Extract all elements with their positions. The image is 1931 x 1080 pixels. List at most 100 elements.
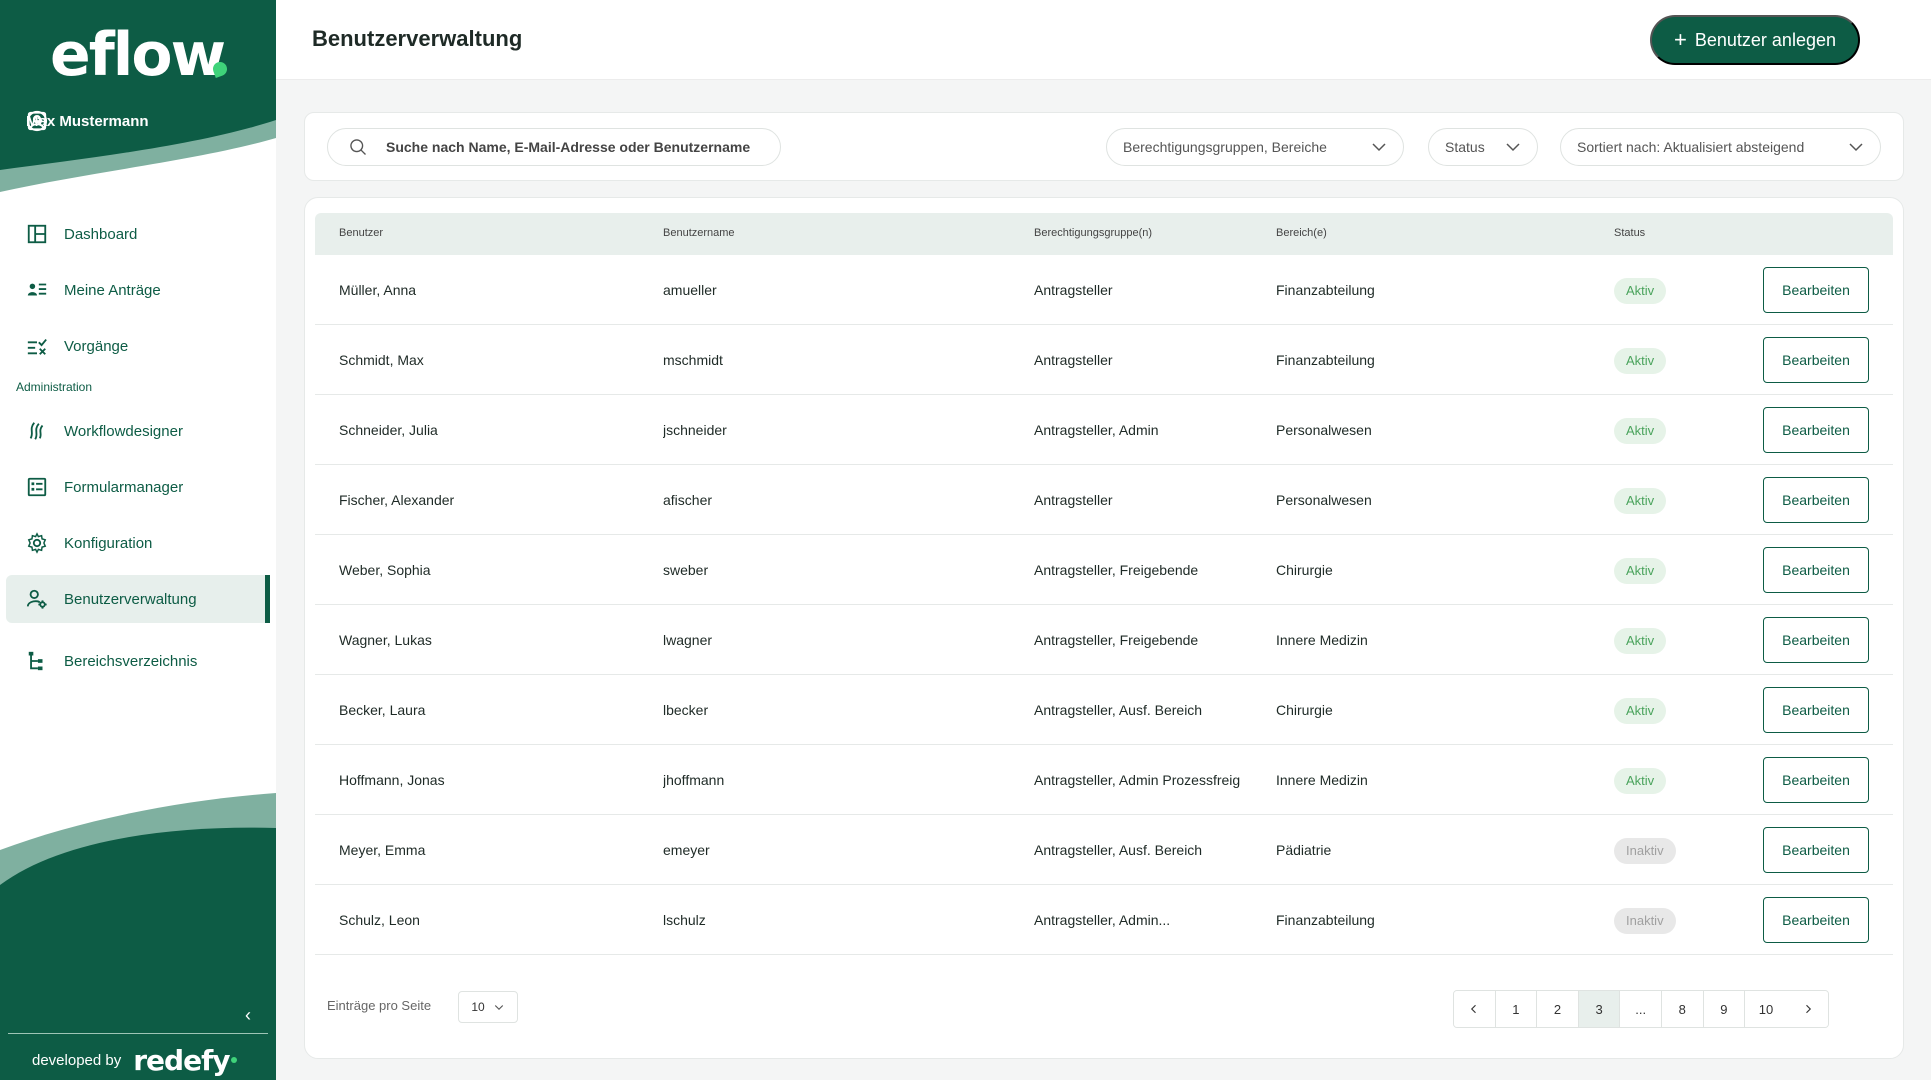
cell-username: emeyer xyxy=(663,842,710,858)
table-row: Hoffmann, Jonas jhoffmann Antragsteller, A… xyxy=(315,745,1893,815)
sort-dropdown[interactable]: Sortiert nach: Aktualisiert absteigend xyxy=(1560,128,1881,166)
column-header-benutzername[interactable]: Benutzername xyxy=(663,227,735,239)
redefy-dot xyxy=(230,1057,237,1063)
column-header-status[interactable]: Status xyxy=(1614,227,1645,239)
cell-area: Innere Medizin xyxy=(1276,632,1368,648)
cell-area: Pädiatrie xyxy=(1276,842,1332,858)
sidebar-item-label: Workflowdesigner xyxy=(64,422,183,440)
add-user-button[interactable]: + Benutzer anlegen xyxy=(1650,15,1860,65)
edit-button[interactable]: Bearbeiten xyxy=(1763,267,1869,313)
status-badge: Aktiv xyxy=(1614,628,1667,654)
cell-user: Müller, Anna xyxy=(339,282,417,298)
page-title: Benutzerverwaltung xyxy=(312,26,523,51)
edit-button[interactable]: Bearbeiten xyxy=(1763,897,1869,943)
search-box[interactable] xyxy=(327,128,781,166)
cell-username: lwagner xyxy=(663,632,713,648)
chevron-right-icon xyxy=(1805,1004,1811,1014)
sidebar-item-vorgaenge[interactable]: Vorgänge xyxy=(6,322,270,370)
sidebar-item-formularmanager[interactable]: Formularmanager xyxy=(6,463,270,511)
cell-groups: Antragsteller, Ausf. Bereich xyxy=(1034,702,1203,718)
chevron-down-icon xyxy=(1849,143,1863,152)
cell-user: Wagner, Lukas xyxy=(339,632,432,648)
search-icon xyxy=(350,139,366,155)
sidebar-item-benutzerverwaltung[interactable]: Benutzerverwaltung xyxy=(6,575,270,623)
cell-groups: Antragsteller, Freigebende xyxy=(1034,562,1199,578)
edit-button[interactable]: Bearbeiten xyxy=(1763,827,1869,873)
cell-area: Finanzabteilung xyxy=(1276,352,1375,368)
cell-groups: Antragsteller, Freigebende xyxy=(1034,632,1199,648)
cell-area: Chirurgie xyxy=(1276,702,1333,718)
cell-username: jschneider xyxy=(663,422,727,438)
groups-filter-dropdown[interactable]: Berechtigungsgruppen, Bereiche xyxy=(1106,128,1404,166)
prev-page-button[interactable] xyxy=(1454,991,1496,1027)
cell-groups: Antragsteller, Ausf. Bereich xyxy=(1034,842,1203,858)
search-input[interactable] xyxy=(386,139,766,155)
page-button[interactable]: 10 xyxy=(1745,991,1787,1027)
cell-user: Schmidt, Max xyxy=(339,352,424,368)
status-badge: Aktiv xyxy=(1614,348,1667,374)
sidebar-item-label: Dashboard xyxy=(64,225,138,243)
table-row: Wagner, Lukas lwagner Antragsteller, Freig… xyxy=(315,605,1893,675)
form-icon xyxy=(27,477,47,497)
sidebar-item-konfiguration[interactable]: Konfiguration xyxy=(6,519,270,567)
user-name[interactable]: Max Mustermann xyxy=(26,113,252,130)
page-button[interactable]: 1 xyxy=(1495,991,1538,1027)
edit-button[interactable]: Bearbeiten xyxy=(1763,757,1869,803)
sidebar: eflow Max Mustermann Dashboard Meine Ant… xyxy=(0,0,276,1080)
status-badge: Aktiv xyxy=(1614,418,1667,444)
cell-area: Finanzabteilung xyxy=(1276,282,1375,298)
chevron-left-icon xyxy=(1471,1004,1477,1014)
edit-button[interactable]: Bearbeiten xyxy=(1763,547,1869,593)
sidebar-footer-shape xyxy=(0,793,276,1080)
table-row: Fischer, Alexander afischer Antragsteller P… xyxy=(315,465,1893,535)
page-button[interactable]: 8 xyxy=(1661,991,1704,1027)
per-page-select[interactable]: 10 xyxy=(458,991,518,1023)
cell-username: mschmidt xyxy=(663,352,723,368)
page-ellipsis: ... xyxy=(1620,991,1662,1027)
cell-area: Personalwesen xyxy=(1276,422,1372,438)
status-badge: Aktiv xyxy=(1614,278,1667,304)
page-button[interactable]: 2 xyxy=(1537,991,1579,1027)
users-table: Benutzer Benutzername Berechtigungsgrupp… xyxy=(304,197,1904,1059)
status-badge: Inaktiv xyxy=(1614,908,1676,934)
gear-icon xyxy=(27,532,47,554)
column-header-bereiche[interactable]: Bereich(e) xyxy=(1276,227,1327,239)
status-badge: Aktiv xyxy=(1614,698,1667,724)
edit-button[interactable]: Bearbeiten xyxy=(1763,477,1869,523)
sidebar-item-label: Vorgänge xyxy=(64,337,129,355)
cell-user: Schulz, Leon xyxy=(339,912,420,928)
edit-button[interactable]: Bearbeiten xyxy=(1763,407,1869,453)
filter-bar: Berechtigungsgruppen, Bereiche Status So… xyxy=(304,112,1904,181)
status-badge: Aktiv xyxy=(1614,488,1667,514)
column-header-benutzer[interactable]: Benutzer xyxy=(339,227,383,239)
page-button[interactable]: 3 xyxy=(1578,991,1621,1027)
status-badge: Inaktiv xyxy=(1614,838,1676,864)
cell-groups: Antragsteller, Admin Prozessfreig xyxy=(1034,772,1241,788)
pagination: 1 2 3... 8 9 10 xyxy=(1453,990,1830,1028)
sidebar-item-label: Formularmanager xyxy=(64,478,184,496)
eflow-logo: eflow xyxy=(50,20,226,90)
edit-button[interactable]: Bearbeiten xyxy=(1763,337,1869,383)
my-requests-icon xyxy=(27,283,47,296)
collapse-sidebar-chevron-left-icon[interactable]: ‹ xyxy=(238,1005,258,1025)
table-row: Meyer, Emma emeyer Antragsteller, Ausf. Be… xyxy=(315,815,1893,885)
cell-username: lschulz xyxy=(663,912,706,928)
sidebar-item-dashboard[interactable]: Dashboard xyxy=(6,210,270,258)
column-header-berechtigungsgruppen[interactable]: Berechtigungsgruppe(n) xyxy=(1034,227,1152,239)
cell-area: Chirurgie xyxy=(1276,562,1333,578)
cell-username: amueller xyxy=(663,282,717,298)
sidebar-header: eflow Max Mustermann xyxy=(0,0,276,200)
sidebar-item-meine-antraege[interactable]: Meine Anträge xyxy=(6,266,270,314)
cell-username: afischer xyxy=(663,492,713,508)
page-button[interactable]: 9 xyxy=(1703,991,1746,1027)
sidebar-item-bereichsverzeichnis[interactable]: Bereichsverzeichnis xyxy=(6,637,270,685)
status-filter-dropdown[interactable]: Status xyxy=(1428,128,1538,166)
page-header: Benutzerverwaltung + Benutzer anlegen xyxy=(276,0,1931,80)
logout-icon[interactable] xyxy=(26,110,48,132)
next-page-button[interactable] xyxy=(1786,991,1829,1027)
edit-button[interactable]: Bearbeiten xyxy=(1763,617,1869,663)
sidebar-item-workflowdesigner[interactable]: Workflowdesigner xyxy=(6,407,270,455)
table-row: Schneider, Julia jschneider Antragsteller,… xyxy=(315,395,1893,465)
edit-button[interactable]: Bearbeiten xyxy=(1763,687,1869,733)
table-row: Schmidt, Max mschmidt Antragsteller Finanza… xyxy=(315,325,1893,395)
